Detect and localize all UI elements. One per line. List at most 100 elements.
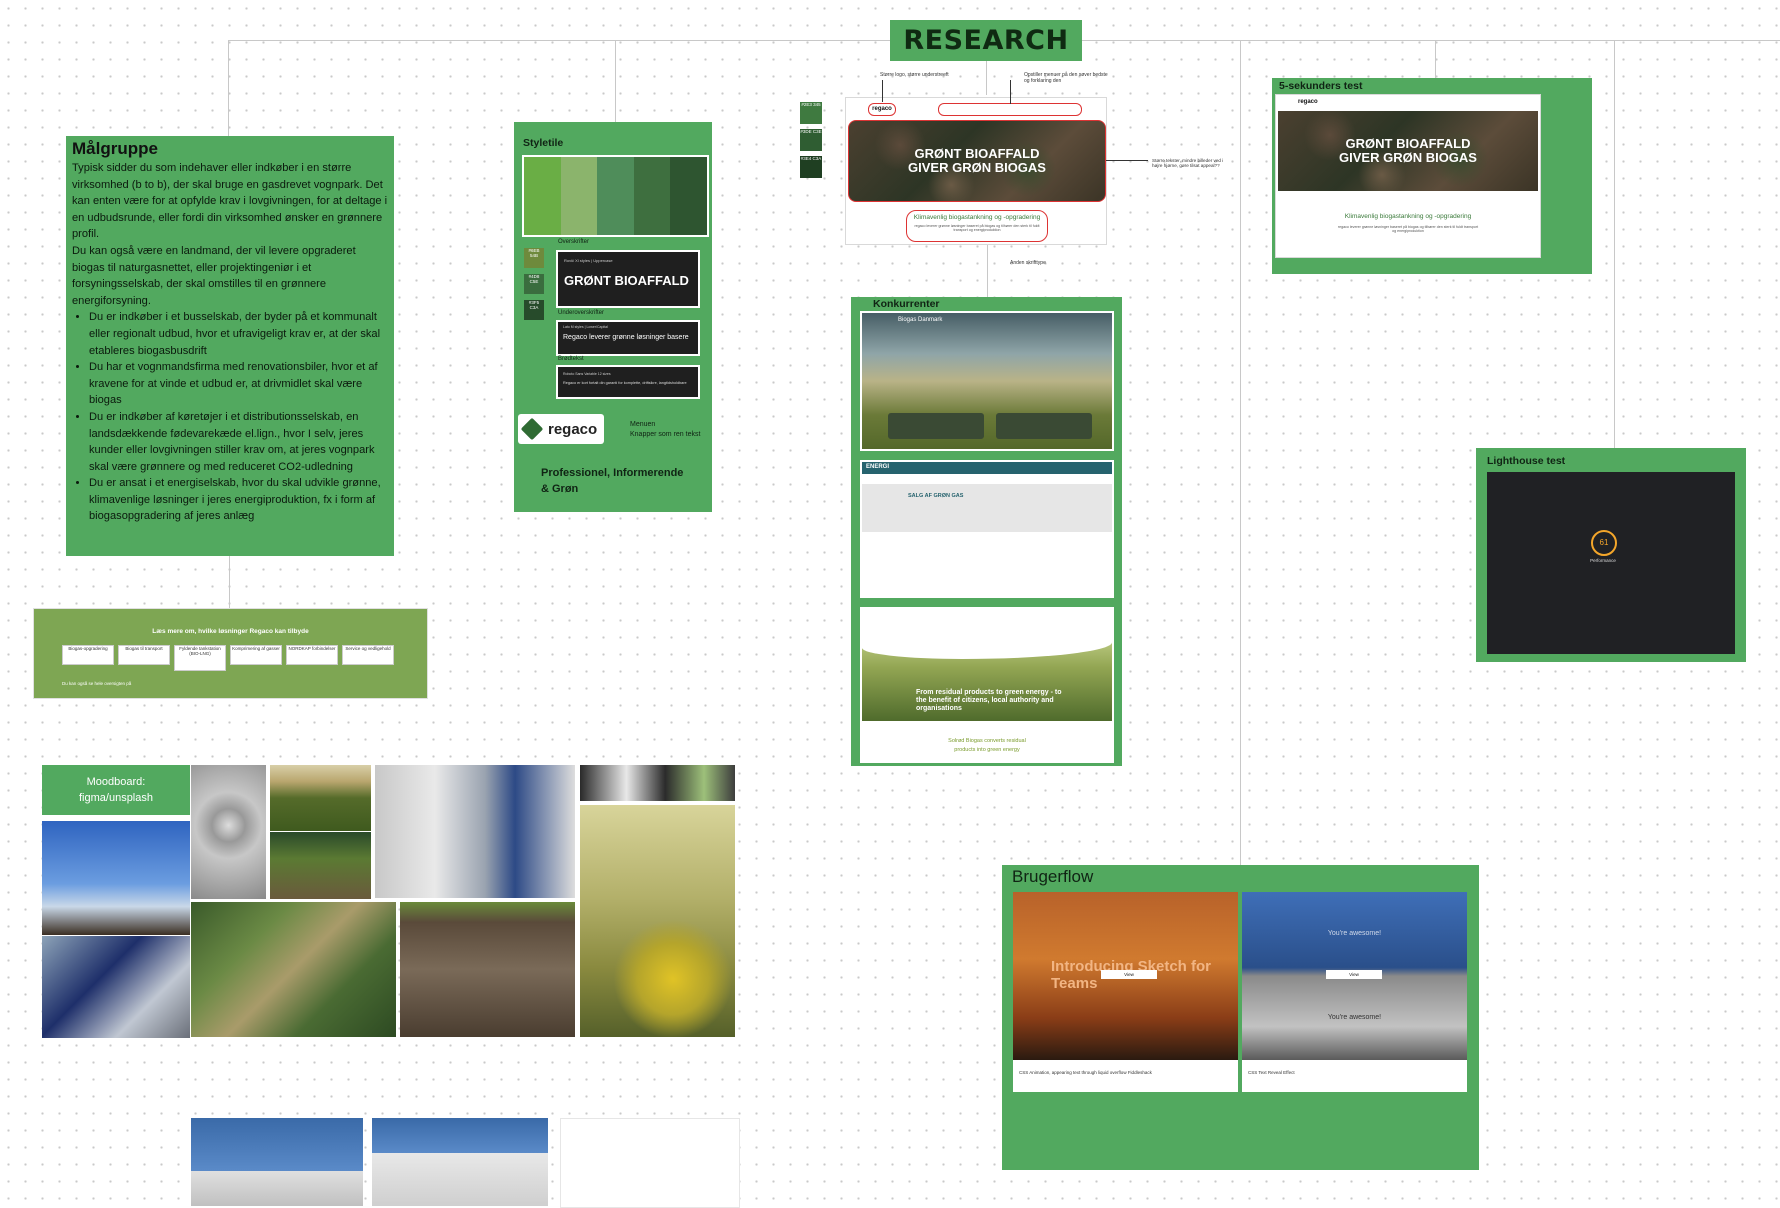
connector-center — [986, 61, 987, 95]
underoverskrift-sample: Regaco leverer grønne løsninger basere — [563, 334, 689, 341]
connector-5sek — [1435, 40, 1436, 78]
annotated-menu — [938, 103, 1082, 116]
note-hero: Større tekster, mindre billeder ved i hø… — [1152, 158, 1224, 168]
regaco-logo: regaco — [518, 414, 604, 444]
underoverskrift-card: Lato M styles | Lower/Capital Regaco lev… — [556, 320, 700, 356]
flow-card2-view[interactable]: View — [1326, 970, 1382, 979]
site1-card — [996, 413, 1092, 439]
overskrifter-label: Overskrifter — [558, 239, 590, 245]
photo-sky-cow — [42, 821, 190, 935]
arrow-line — [882, 80, 883, 102]
flow-card2-caption: CSS Text Reveal Effect — [1248, 1070, 1295, 1075]
annotated-hero: GRØNT BIOAFFALD GIVER GRØN BIOGAS — [848, 120, 1106, 202]
malgruppe-para2: Du kan også være en landmand, der vil le… — [72, 244, 356, 307]
brugerflow-panel[interactable]: Brugerflow Introducing Sketch for Teams … — [1002, 865, 1479, 1170]
annotated-body: regaco leverer grønne løsninger baseret … — [914, 224, 1040, 232]
side-swatch: #2E3 345 — [800, 102, 822, 124]
site2-heading: SALG AF GRØN GAS — [908, 493, 964, 499]
broedtekst-card: Roboto Sans Variable 12 sizes Regaco er … — [556, 365, 700, 399]
lighthouse-heading: Lighthouse test — [1487, 455, 1566, 467]
lighthouse-label: Performance — [1590, 558, 1616, 563]
lighthouse-score: 61 — [1591, 530, 1617, 556]
solution-button[interactable]: Komprimering af gasser — [230, 645, 282, 665]
five-hero-line2: GIVER GRØN BIOGAS — [1339, 150, 1477, 165]
connector-malgruppe-down — [229, 556, 230, 608]
photo-rapeseed — [580, 805, 735, 1037]
broedtekst-meta: Roboto Sans Variable 12 sizes — [563, 372, 611, 376]
malgruppe-list: Du er indkøber i et busselskab, der byde… — [72, 309, 388, 525]
five-hero-line1: GRØNT BIOAFFALD — [1345, 136, 1471, 152]
arrow-line — [1010, 80, 1011, 104]
underoverskrift-meta: Lato M styles | Lower/Capital — [563, 325, 608, 329]
konk-site1: Biogas Danmark — [860, 311, 1114, 451]
photo-aerial-plant — [191, 765, 266, 899]
solution-button[interactable]: Fyldende tankstation (BIO-LNG) — [174, 645, 226, 671]
malgruppe-bullet: Du har et vognmandsfirma med renovations… — [89, 359, 388, 409]
styletile-panel[interactable]: Styletile #6EB 54B #4D8 C5E #3F5 C3A Ove… — [514, 122, 712, 512]
photo-building1 — [191, 1118, 363, 1206]
site3-banner: From residual products to green energy -… — [916, 689, 1062, 712]
five-second-panel[interactable]: 5-sekunders test regaco GRØNT BIOAFFALD G… — [1272, 78, 1592, 274]
malgruppe-para1: Typisk sidder du som indehaver eller ind… — [72, 162, 388, 241]
lighthouse-panel[interactable]: Lighthouse test 61 Performance — [1476, 448, 1746, 662]
annotated-site[interactable]: regaco GRØNT BIOAFFALD GIVER GRØN BIOGAS … — [846, 98, 1106, 244]
overskrift-sample: GRØNT BIOAFFALD — [564, 273, 689, 288]
malgruppe-bullet: Du er indkøber i et busselskab, der byde… — [89, 309, 388, 359]
styletile-heading: Styletile — [523, 137, 564, 149]
chip: #4D8 C5E — [524, 274, 544, 294]
broedtekst-label: Brødtekst — [558, 356, 584, 362]
photo-building2 — [372, 1118, 548, 1206]
site3-footer1: Solrød Biogas converts residual — [948, 738, 1026, 744]
solution-button[interactable]: Service og vedligehold — [342, 645, 394, 665]
malgruppe-bullet: Du er ansat i et energiselskab, hvor du … — [89, 475, 388, 525]
malgruppe-panel[interactable]: Målgruppe Typisk sidder du som indehaver… — [66, 136, 394, 556]
broedtekst-sample: Regaco er kort fortalt din garanti for k… — [563, 381, 687, 385]
regaco-box[interactable]: Læs mere om, hvilke løsninger Regaco kan… — [33, 608, 428, 699]
arrow-line — [1106, 160, 1148, 161]
chip: #3F5 C3A — [524, 300, 544, 320]
connector-left — [228, 40, 229, 136]
photo-sprouts — [270, 832, 371, 899]
regaco-logo-icon — [520, 417, 544, 441]
five-second-logo: regaco — [1298, 99, 1318, 105]
connector-konk — [987, 245, 988, 297]
photo-cows — [580, 765, 735, 801]
solution-button[interactable]: NORDKAP forbindelser — [286, 645, 338, 665]
connector-brugerflow — [1240, 40, 1241, 865]
flow-card1-view[interactable]: View — [1101, 970, 1157, 979]
note-logo: Større logo, større understreeft — [880, 72, 949, 78]
annotated-subhead: Klimavenlig biogastankning og -opgraderi… — [913, 214, 1041, 221]
konkurrenter-heading: Konkurrenter — [873, 298, 940, 310]
site3-footer2: products into green energy — [954, 747, 1020, 753]
hero-line1: GRØNT BIOAFFALD — [914, 146, 1040, 162]
flow-card2-visual: You're awesome! View You're awesome! — [1242, 892, 1467, 1060]
swatch — [633, 157, 671, 235]
flow-card2[interactable]: You're awesome! View You're awesome! CSS… — [1242, 892, 1467, 1092]
hero-line2: GIVER GRØN BIOGAS — [908, 160, 1046, 175]
swatch — [597, 157, 634, 235]
swatch — [560, 157, 598, 235]
flow-card2-text-bottom: You're awesome! — [1327, 1014, 1382, 1021]
regaco-box-heading: Læs mere om, hvilke løsninger Regaco kan… — [152, 628, 309, 635]
solution-button[interactable]: Biogas-opgradering — [62, 645, 114, 665]
five-subhead: Klimavenlig biogastankning og -opgraderi… — [1344, 213, 1472, 220]
diagram-process — [560, 1118, 740, 1208]
color-palette — [522, 155, 709, 237]
logo-note1: Menuen — [630, 421, 656, 428]
brugerflow-heading: Brugerflow — [1012, 867, 1094, 886]
site2-nav — [862, 462, 1112, 474]
note-menu: Opstiller menuer på den søver bedste og … — [1024, 72, 1108, 84]
flow-card1[interactable]: Introducing Sketch for Teams View CSS An… — [1013, 892, 1238, 1092]
konk-site3: From residual products to green energy -… — [860, 607, 1114, 763]
solution-button[interactable]: Biogas til transport — [118, 645, 170, 665]
side-swatch: #3E4 C3A — [800, 156, 822, 178]
styletile-tagline: Professionel, Informerende & Grøn — [541, 467, 684, 495]
flow-card2-text-top: You're awesome! — [1327, 930, 1382, 937]
moodboard-label-text: Moodboard: figma/unsplash — [79, 776, 153, 804]
annotated-subhead-box: Klimavenlig biogastankning og -opgraderi… — [906, 210, 1048, 242]
site2-brand: ENERGI — [866, 464, 890, 470]
konkurrenter-panel[interactable]: Konkurrenter Biogas Danmark ENERGI SALG … — [851, 297, 1122, 766]
photo-field-rows — [270, 765, 371, 831]
research-title[interactable]: RESEARCH — [890, 20, 1082, 61]
overskrift-meta: Rovič Xl styles | Uppercase — [564, 258, 613, 263]
